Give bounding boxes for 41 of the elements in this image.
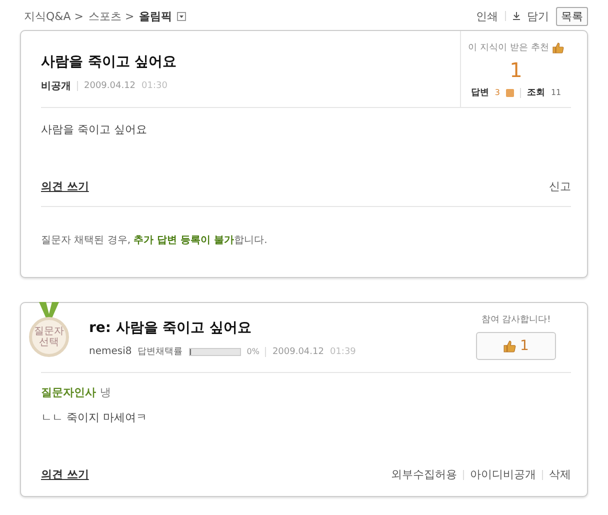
report-link[interactable]: 신고 [549,179,571,194]
post-time: 01:39 [330,346,356,356]
author-name: 비공개 [41,80,71,93]
breadcrumb-current: 올림픽 [139,8,172,24]
list-button[interactable]: 목록 [556,6,588,26]
answerer-name: nemesi8 [89,346,132,357]
recommend-count: 1 [510,58,522,82]
question-title: 사람을 죽이고 싶어요 [41,53,178,71]
dropdown-icon[interactable] [177,12,186,20]
recommend-label: 이 지식이 받은 추천 [468,42,549,54]
download-icon[interactable] [513,12,520,20]
answer-title: re: 사람을 죽이고 싶어요 [89,319,253,337]
greeting-text: 냉 [100,385,111,400]
thumbs-up-icon [552,42,564,54]
save-link[interactable]: 담기 [527,8,549,24]
answer-body: ㄴㄴ 죽이지 마세여ㅋ [41,410,148,426]
print-link[interactable]: 인쇄 [476,8,498,24]
post-date: 2009.04.12 [84,81,136,91]
adoption-label: 답변채택률 [138,346,183,358]
selected-medal: 질문자 선택 [29,317,69,357]
notice-text: 질문자 채택된 경우, 추가 답변 등록이 불가합니다. [41,234,268,248]
views-count: 11 [550,88,562,97]
answers-label: 답변 [470,87,489,99]
ribbon-icon [39,302,59,320]
action-link[interactable]: 아이디비공개 [470,467,536,482]
breadcrumb-link[interactable]: 지식Q&A > [24,8,84,24]
greeting-label: 질문자인사 [41,385,96,400]
thumbs-up-icon [503,340,516,352]
post-date: 2009.04.12 [272,346,324,356]
breadcrumb-link[interactable]: 스포츠 > [88,8,134,24]
comment-link[interactable]: 의견 쓰기 [41,467,89,482]
thanks-label: 참여 감사합니다! [481,314,551,326]
views-label: 조회 [526,87,545,99]
question-body: 사람을 죽이고 싶어요 [41,122,148,138]
action-link[interactable]: 외부수집허용 [391,467,457,482]
new-badge-icon [506,88,514,96]
comment-link[interactable]: 의견 쓰기 [41,179,89,194]
post-time: 01:30 [142,81,168,91]
answers-count: 3 [494,88,500,97]
adoption-reading: 0% [246,347,260,356]
action-link[interactable]: 삭제 [549,467,571,482]
